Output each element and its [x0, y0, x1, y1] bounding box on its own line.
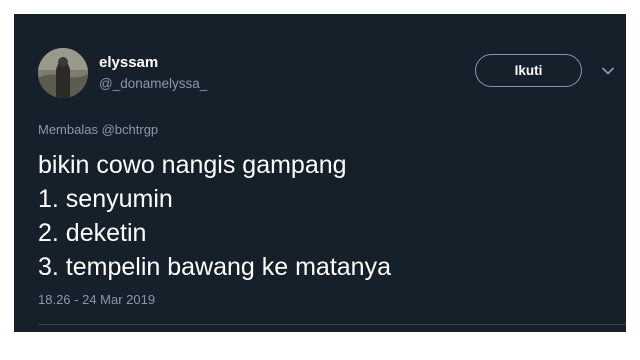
tweet-text: bikin cowo nangis gampang 1. senyumin 2.… [38, 148, 391, 284]
reply-mention-link[interactable]: @bchtrgp [102, 122, 159, 137]
follow-button[interactable]: Ikuti [475, 54, 582, 87]
avatar[interactable] [38, 48, 88, 98]
tweet-line: bikin cowo nangis gampang [38, 151, 347, 179]
reply-context: Membalas @bchtrgp [38, 122, 158, 137]
tweet-line: 2. deketin [38, 219, 147, 247]
user-handle[interactable]: @_donamelyssa_ [99, 76, 207, 91]
tweet-line: 1. senyumin [38, 185, 173, 213]
divider [38, 324, 626, 325]
tweet-line: 3. tempelin bawang ke matanya [38, 253, 391, 281]
chevron-down-icon[interactable] [601, 64, 615, 78]
tweet-timestamp[interactable]: 18.26 - 24 Mar 2019 [38, 292, 155, 307]
reply-prefix: Membalas [38, 122, 98, 137]
display-name[interactable]: elyssam [99, 54, 158, 71]
tweet-card: elyssam @_donamelyssa_ Ikuti Membalas @b… [14, 14, 626, 332]
